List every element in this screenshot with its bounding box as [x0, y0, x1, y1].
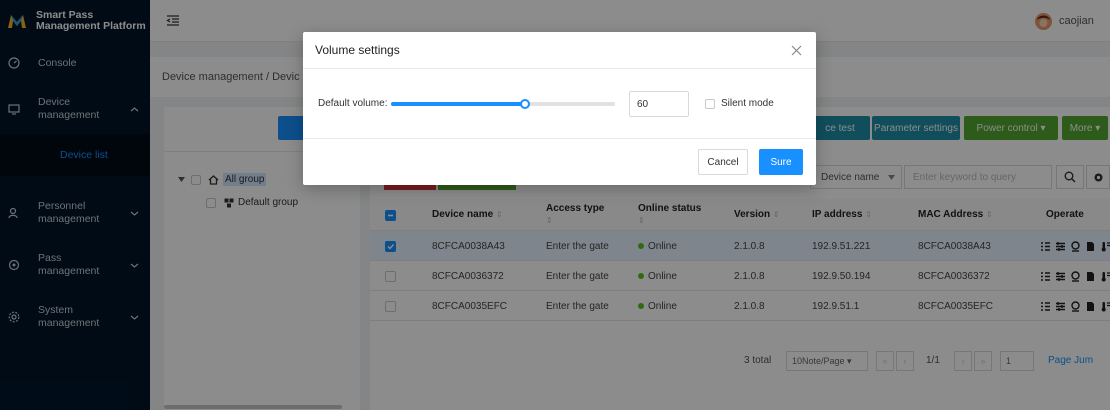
- volume-slider-handle[interactable]: [520, 99, 530, 109]
- sure-button[interactable]: Sure: [759, 149, 803, 175]
- volume-slider[interactable]: [391, 99, 615, 109]
- silent-mode-checkbox[interactable]: [705, 98, 715, 109]
- volume-settings-dialog: Volume settings Default volume: 60 Silen…: [303, 32, 816, 185]
- volume-input[interactable]: 60: [629, 91, 689, 117]
- close-icon[interactable]: [791, 45, 802, 56]
- silent-mode-option[interactable]: Silent mode: [705, 98, 774, 109]
- cancel-button[interactable]: Cancel: [698, 149, 748, 175]
- silent-mode-label: Silent mode: [721, 98, 774, 109]
- volume-label: Default volume:: [318, 98, 388, 109]
- volume-slider-track: [391, 102, 525, 106]
- dialog-title: Volume settings: [315, 43, 400, 57]
